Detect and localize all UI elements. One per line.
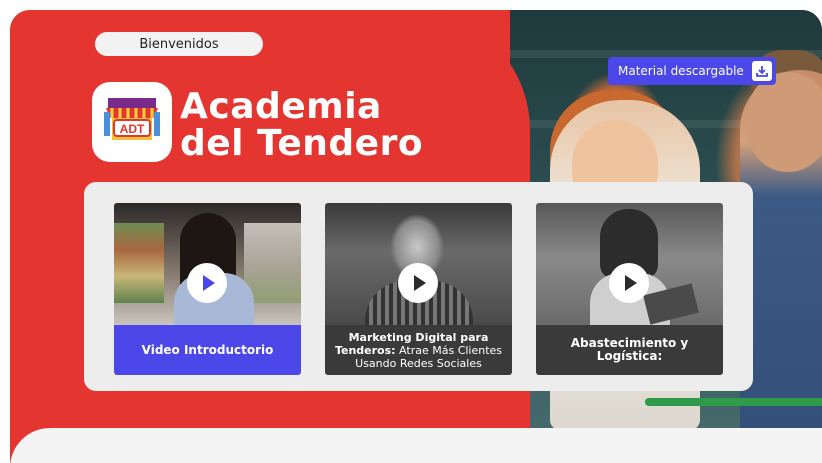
- video-card-marketing[interactable]: Marketing Digital para Tenderos: Atrae M…: [325, 203, 512, 375]
- play-icon[interactable]: [187, 263, 227, 303]
- video-card-logistics[interactable]: Abastecimiento y Logística:: [536, 203, 723, 375]
- title-line-2: del Tendero: [180, 123, 424, 164]
- download-material-button[interactable]: Material descargable: [608, 57, 776, 85]
- video-caption: Marketing Digital para Tenderos: Atrae M…: [325, 325, 512, 375]
- download-label: Material descargable: [618, 64, 744, 78]
- play-icon[interactable]: [398, 263, 438, 303]
- store-awning-icon: ADT: [104, 98, 160, 140]
- logo-text: ADT: [120, 122, 145, 136]
- content-area: [10, 428, 822, 463]
- academia-logo: ADT: [92, 82, 172, 162]
- video-caption: Video Introductorio: [114, 325, 301, 375]
- hero-banner: Bienvenidos ADT Academia del Tendero Mat…: [10, 10, 822, 463]
- download-icon: [751, 61, 772, 81]
- video-caption: Abastecimiento y Logística:: [536, 325, 723, 375]
- play-icon[interactable]: [609, 263, 649, 303]
- welcome-badge: Bienvenidos: [95, 32, 263, 56]
- video-card-intro[interactable]: Video Introductorio: [114, 203, 301, 375]
- title-line-1: Academia: [180, 86, 382, 127]
- page-title: Academia del Tendero: [180, 88, 423, 162]
- video-cards-panel: Video Introductorio Marketing Digital pa…: [84, 182, 753, 391]
